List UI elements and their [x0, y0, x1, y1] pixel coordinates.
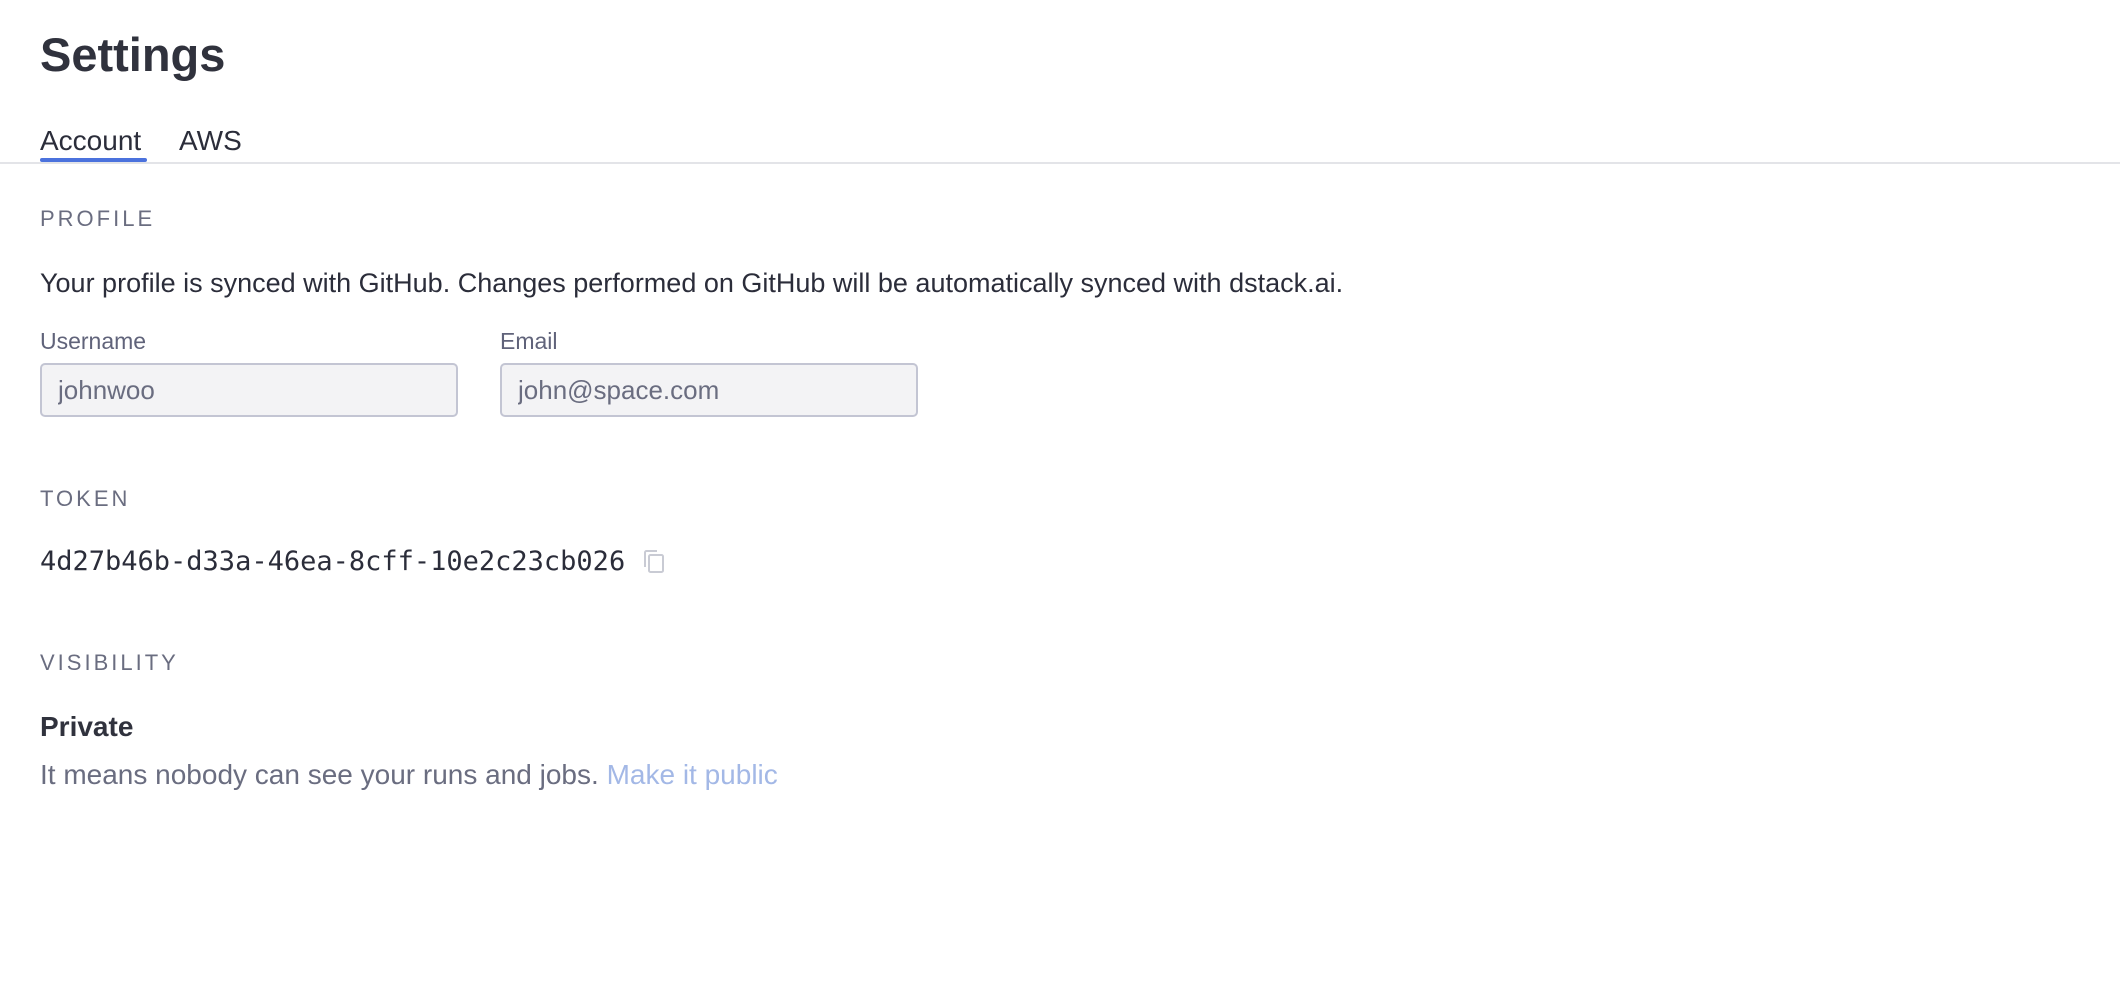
make-public-link[interactable]: Make it public: [607, 759, 778, 790]
token-value: 4d27b46b-d33a-46ea-8cff-10e2c23cb026: [40, 546, 626, 577]
copy-icon[interactable]: [641, 548, 667, 576]
profile-section-label: PROFILE: [40, 206, 156, 231]
visibility-status: Private: [40, 711, 134, 742]
active-tab-indicator: [40, 158, 147, 162]
token-row: 4d27b46b-d33a-46ea-8cff-10e2c23cb026: [40, 543, 667, 581]
tab-bar: Account AWS: [0, 118, 2120, 164]
visibility-section-label: VISIBILITY: [40, 650, 179, 675]
profile-description: Your profile is synced with GitHub. Chan…: [40, 268, 1344, 298]
settings-page: Settings Account AWS PROFILE Your profil…: [0, 0, 2120, 1000]
username-field[interactable]: [40, 363, 458, 417]
tab-account[interactable]: Account: [40, 124, 141, 158]
visibility-description: It means nobody can see your runs and jo…: [40, 759, 599, 790]
page-title: Settings: [40, 28, 226, 81]
visibility-description-row: It means nobody can see your runs and jo…: [40, 757, 778, 793]
token-section-label: TOKEN: [40, 486, 131, 511]
tab-aws[interactable]: AWS: [179, 124, 242, 158]
username-label: Username: [40, 328, 147, 354]
email-label: Email: [500, 328, 558, 354]
email-field[interactable]: [500, 363, 918, 417]
